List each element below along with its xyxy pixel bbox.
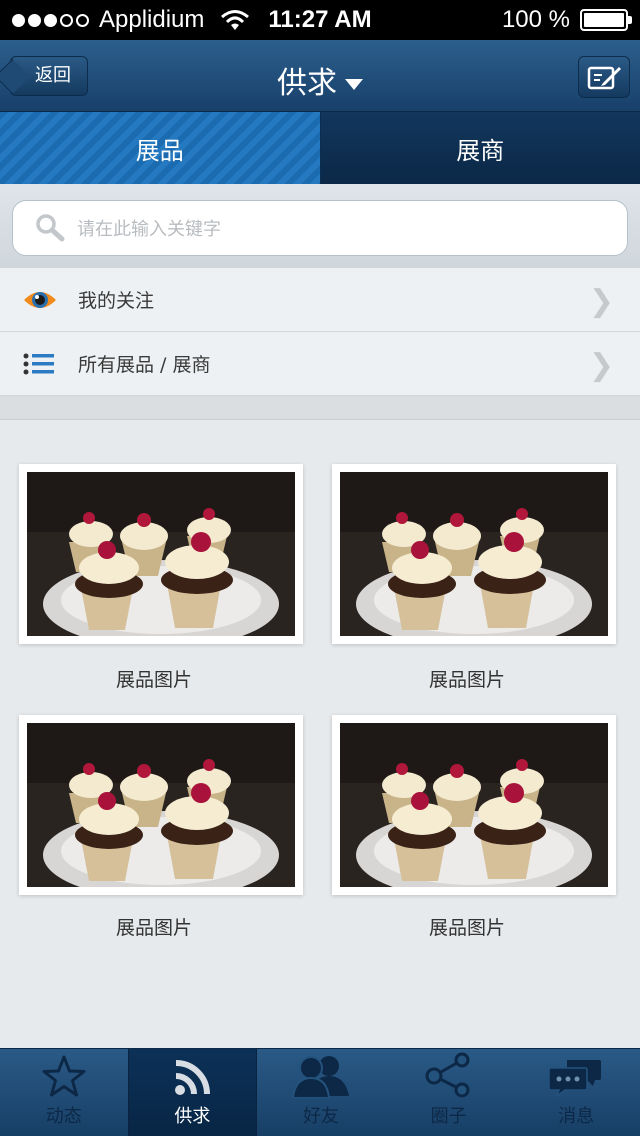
- tab-label: 圈子: [430, 1106, 467, 1127]
- friends-icon: [291, 1056, 349, 1098]
- tab-messages[interactable]: 消息: [512, 1049, 640, 1136]
- tab-supply-demand[interactable]: 供求: [127, 1049, 258, 1136]
- chevron-right-icon: ❯: [588, 284, 614, 319]
- list-item-all-products[interactable]: 所有展品 / 展商 ❯: [0, 332, 640, 396]
- search-icon: [36, 214, 65, 242]
- list-item-label: 我的关注: [78, 290, 155, 312]
- caret-down-icon: [345, 79, 363, 90]
- product-image: [340, 472, 608, 636]
- nav-title: 供求: [277, 66, 337, 101]
- product-caption: 展品图片: [115, 917, 192, 939]
- edit-icon: [587, 66, 621, 90]
- segment-exhibitors[interactable]: 展商: [320, 112, 640, 184]
- product-card[interactable]: [332, 464, 616, 644]
- tab-label: 供求: [174, 1106, 211, 1127]
- list-item-my-follows[interactable]: 我的关注 ❯: [0, 268, 640, 332]
- search-bar: 请在此输入关键字: [0, 184, 640, 268]
- section-divider: [0, 396, 640, 420]
- chevron-right-icon: ❯: [588, 348, 614, 383]
- product-card[interactable]: [19, 715, 303, 895]
- navigation-bar: 返回 供求: [0, 40, 640, 112]
- eye-icon: [24, 291, 56, 308]
- product-card[interactable]: [332, 715, 616, 895]
- list-icon: [23, 353, 54, 374]
- segmented-control: 展品 展商: [0, 112, 640, 184]
- segment-exhibitors-label: 展商: [456, 136, 505, 165]
- status-bar: Applidium 11:27 AM 100 %: [0, 0, 640, 40]
- star-icon: [42, 1055, 86, 1097]
- list-item-label: 所有展品 / 展商: [78, 354, 211, 376]
- tab-label: 动态: [45, 1106, 82, 1127]
- tab-label: 消息: [558, 1106, 595, 1127]
- product-image: [340, 723, 608, 887]
- product-caption: 展品图片: [115, 669, 192, 691]
- nav-title-dropdown[interactable]: 供求: [0, 58, 640, 102]
- tab-dynamics[interactable]: 动态: [0, 1049, 128, 1136]
- product-image: [27, 723, 295, 887]
- product-image: [27, 472, 295, 636]
- rss-icon: [175, 1060, 211, 1095]
- share-icon: [425, 1052, 470, 1098]
- compose-button[interactable]: [578, 56, 630, 98]
- product-grid: 展品图片 展品图片 展品图片 展品图片: [0, 421, 640, 1048]
- battery-icon: [580, 9, 632, 31]
- segment-products-label: 展品: [135, 136, 184, 165]
- search-input[interactable]: 请在此输入关键字: [12, 200, 628, 256]
- tab-label: 好友: [302, 1106, 339, 1127]
- chat-icon: [549, 1060, 602, 1098]
- product-caption: 展品图片: [428, 917, 505, 939]
- tab-circles[interactable]: 圈子: [385, 1049, 513, 1136]
- segment-products[interactable]: 展品: [0, 112, 321, 184]
- product-card[interactable]: [19, 464, 303, 644]
- tab-friends[interactable]: 好友: [257, 1049, 385, 1136]
- battery-percentage: 100 %: [501, 6, 570, 33]
- product-caption: 展品图片: [428, 669, 505, 691]
- tab-bar: 动态 供求 好友 圈子 消息: [0, 1048, 640, 1136]
- search-placeholder: 请在此输入关键字: [77, 219, 221, 240]
